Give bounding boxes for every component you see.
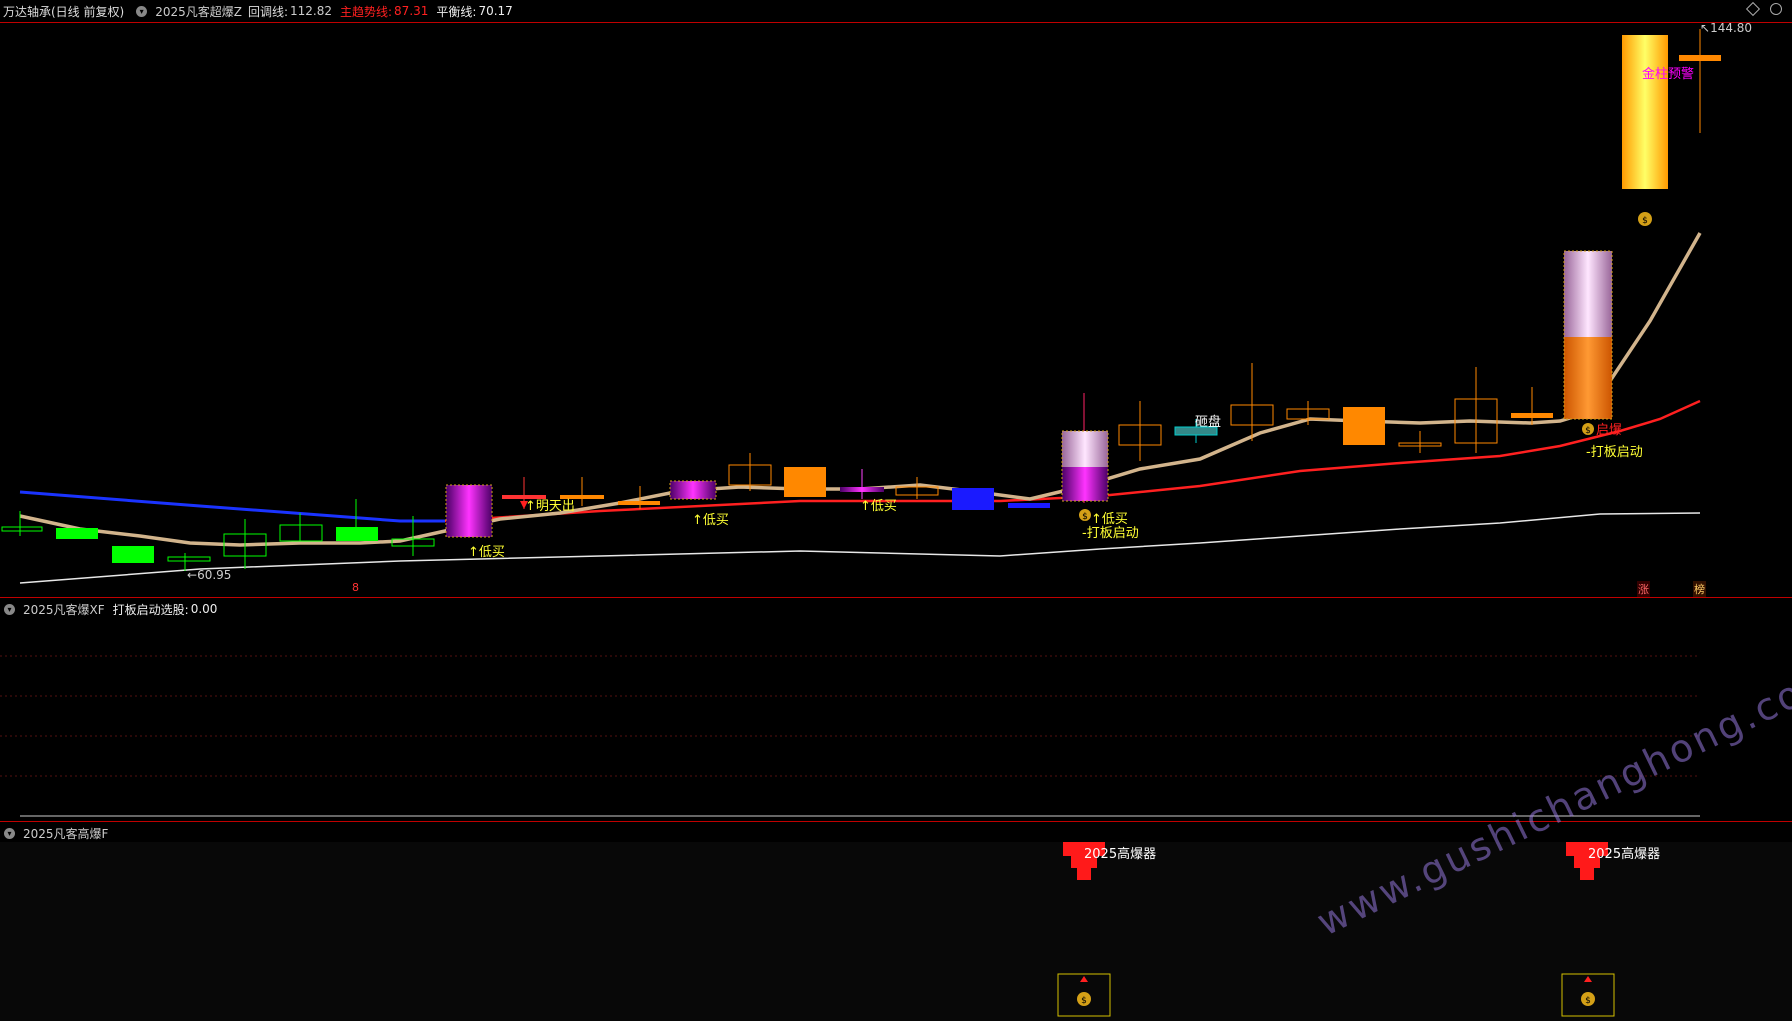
candle[interactable] (1061, 393, 1109, 503)
high-price-value: 144.80 (1710, 21, 1753, 35)
rank-tag[interactable]: 榜 (1693, 581, 1706, 597)
candle[interactable] (1008, 503, 1050, 508)
expand-diamond-icon[interactable] (1745, 1, 1761, 17)
panel2-grid (0, 655, 1700, 817)
main-trend-value: 87.31 (394, 4, 429, 18)
money-bag-icon: $ (1079, 509, 1091, 522)
svg-text:$: $ (1081, 996, 1087, 1006)
candle[interactable] (728, 453, 772, 491)
candle[interactable] (1511, 387, 1553, 425)
svg-text:$: $ (1642, 216, 1648, 226)
balance-value: 70.17 (478, 4, 513, 18)
candle[interactable] (279, 513, 323, 542)
tomorrow-sell-label: ↑明天出 (525, 499, 575, 514)
money-bag-icon: $ (1638, 212, 1652, 226)
volume-marker: 8 (352, 581, 359, 594)
balance-line (19, 512, 1701, 584)
signal-label: 2025高爆器 (1588, 847, 1661, 862)
indicator-name[interactable]: 2025凡客超爆Z (155, 3, 242, 20)
indicator-panel-xf[interactable]: ▾ 2025凡客爆XF 打板启动选股: 0.00 (0, 597, 1792, 822)
balance-label: 平衡线: (436, 4, 477, 19)
low-price-value: 60.95 (197, 568, 232, 582)
money-bag-icon: $ (1582, 423, 1594, 436)
candle[interactable] (1454, 367, 1498, 453)
low-buy-label: ↑低买 (860, 499, 897, 514)
hit-board-start-label: -打板启动 (1082, 526, 1139, 541)
main-trend-label: 主趋势线: (340, 4, 393, 19)
candle[interactable] (1398, 431, 1442, 453)
candle[interactable] (445, 484, 493, 538)
candle[interactable] (1118, 401, 1162, 461)
candles[interactable] (1, 29, 1721, 571)
blue-trend-line (19, 490, 445, 523)
svg-text:$: $ (1082, 512, 1088, 522)
smash-label: 砸盘 (1195, 415, 1222, 430)
stock-title[interactable]: 万达轴承(日线 前复权) (3, 3, 124, 20)
panel3-chart: $ $ (0, 842, 1792, 1021)
candle[interactable] (784, 467, 826, 497)
candle[interactable] (1563, 250, 1613, 420)
price-panel[interactable]: $ $ $ ↖144.80 ←60.95 ↑低买 ↑明天出 ↑低买 ↑低买 ↑低… (0, 21, 1792, 598)
indicator-settings-icon[interactable]: ▾ (136, 5, 148, 17)
indicator-panel-f[interactable]: ▾ 2025凡客高爆F $ $ 2025高爆器 2025高爆器 (0, 821, 1792, 1021)
svg-text:$: $ (1585, 996, 1591, 1006)
candle[interactable] (1286, 401, 1330, 425)
low-buy-label: ↑低买 (468, 545, 505, 560)
signal-label: 2025高爆器 (1084, 847, 1157, 862)
rise-tag[interactable]: 涨 (1637, 581, 1650, 597)
low-price-label: ←60.95 (187, 568, 232, 582)
chart-header: 万达轴承(日线 前复权) ▾ 2025凡客超爆Z 回调线: 112.82 主趋势… (0, 0, 521, 22)
svg-text:$: $ (1585, 426, 1591, 436)
candle[interactable] (1343, 407, 1385, 445)
candle[interactable] (669, 480, 717, 500)
options-circle-icon[interactable] (1770, 3, 1782, 15)
launch-label: 启爆 (1596, 423, 1623, 438)
warning-label: 金柱预警 (1642, 67, 1695, 82)
hit-board-start-label: -打板启动 (1586, 445, 1643, 460)
low-buy-label: ↑低买 (692, 513, 729, 528)
high-price-label: ↖144.80 (1700, 21, 1753, 35)
pullback-value: 112.82 (290, 4, 332, 18)
candle[interactable] (952, 488, 994, 510)
candle[interactable] (112, 546, 154, 563)
pullback-label: 回调线: (247, 4, 288, 19)
candle[interactable] (1230, 363, 1274, 441)
candle[interactable] (1622, 35, 1668, 189)
candle[interactable] (56, 528, 98, 539)
